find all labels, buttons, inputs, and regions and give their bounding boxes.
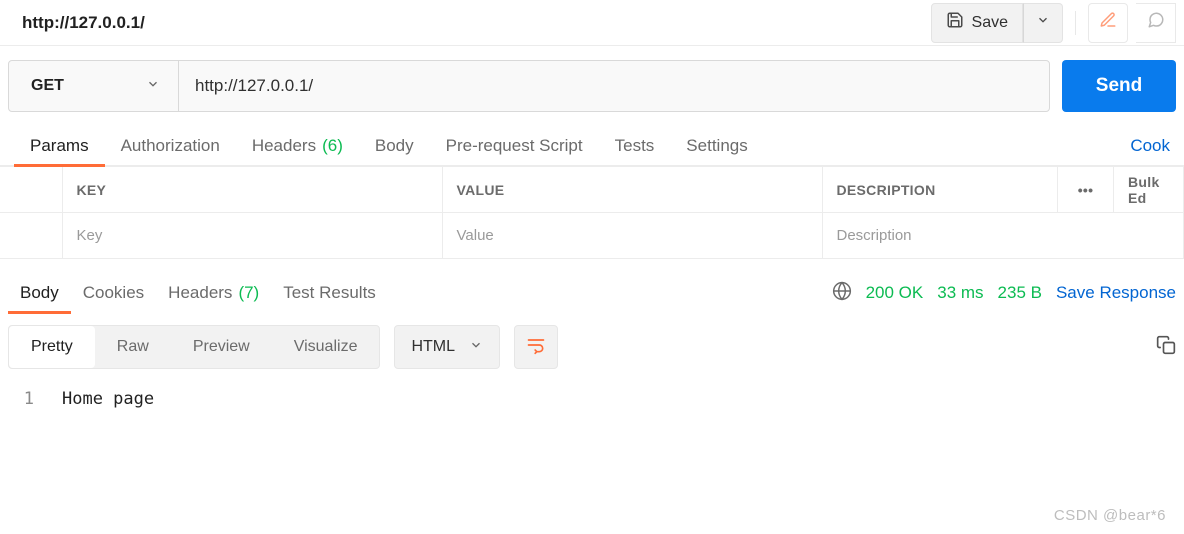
value-input[interactable]: Value (442, 213, 822, 259)
tab-settings[interactable]: Settings (670, 126, 763, 166)
wrap-icon (526, 335, 546, 360)
format-select[interactable]: HTML (394, 325, 500, 369)
tab-body[interactable]: Body (359, 126, 430, 166)
tab-headers[interactable]: Headers (6) (236, 126, 359, 166)
globe-icon[interactable] (832, 281, 852, 306)
comment-button[interactable] (1136, 3, 1176, 43)
bulk-edit-button[interactable]: Bulk Ed (1114, 167, 1184, 213)
resp-tab-cookies[interactable]: Cookies (71, 274, 156, 312)
view-preview[interactable]: Preview (171, 326, 272, 368)
chevron-down-icon (469, 338, 483, 357)
col-description: DESCRIPTION (822, 167, 1058, 213)
col-options[interactable]: ••• (1058, 167, 1114, 213)
col-key: KEY (62, 167, 442, 213)
status-code: 200 OK (866, 283, 924, 303)
tab-authorization[interactable]: Authorization (105, 126, 236, 166)
copy-button[interactable] (1156, 335, 1176, 360)
view-visualize[interactable]: Visualize (272, 326, 380, 368)
cookies-link[interactable]: Cook (1130, 136, 1170, 156)
description-input[interactable]: Description (822, 213, 1184, 259)
response-time: 33 ms (937, 283, 983, 303)
tab-pre-request-script[interactable]: Pre-request Script (430, 126, 599, 166)
watermark: CSDN @bear*6 (1054, 507, 1166, 524)
col-value: VALUE (442, 167, 822, 213)
view-mode-segmented: Pretty Raw Preview Visualize (8, 325, 380, 369)
request-title: http://127.0.0.1/ (22, 13, 145, 33)
edit-button[interactable] (1088, 3, 1128, 43)
select-all-col (0, 167, 62, 213)
save-icon (946, 11, 964, 34)
url-input[interactable] (179, 61, 1049, 111)
chevron-down-icon (146, 77, 160, 96)
tab-params[interactable]: Params (14, 126, 105, 166)
save-button[interactable]: Save (931, 3, 1023, 43)
save-label: Save (972, 14, 1008, 32)
chevron-down-icon (1036, 13, 1050, 32)
method-label: GET (31, 77, 64, 95)
line-number: 1 (10, 389, 62, 409)
resp-tab-body[interactable]: Body (8, 274, 71, 312)
line-content: Home page (62, 389, 154, 409)
save-options-button[interactable] (1023, 3, 1063, 43)
key-input[interactable]: Key (62, 213, 442, 259)
view-raw[interactable]: Raw (95, 326, 171, 368)
headers-count: (6) (322, 136, 343, 156)
divider (1075, 11, 1076, 35)
table-row[interactable]: Key Value Description (0, 213, 1184, 259)
response-size: 235 B (998, 283, 1042, 303)
view-pretty[interactable]: Pretty (9, 326, 95, 368)
resp-headers-count: (7) (238, 283, 259, 303)
resp-tab-test-results[interactable]: Test Results (271, 274, 388, 312)
comment-icon (1147, 11, 1165, 34)
method-select[interactable]: GET (9, 61, 179, 111)
params-table: KEY VALUE DESCRIPTION ••• Bulk Ed Key Va… (0, 166, 1184, 259)
response-body[interactable]: 1 Home page (0, 383, 1184, 409)
tab-tests[interactable]: Tests (599, 126, 671, 166)
more-icon: ••• (1078, 182, 1094, 198)
wrap-lines-button[interactable] (514, 325, 558, 369)
format-label: HTML (411, 338, 455, 356)
save-response-link[interactable]: Save Response (1056, 283, 1176, 303)
resp-tab-headers[interactable]: Headers (7) (156, 274, 271, 312)
send-button[interactable]: Send (1062, 60, 1176, 112)
pencil-icon (1099, 11, 1117, 34)
